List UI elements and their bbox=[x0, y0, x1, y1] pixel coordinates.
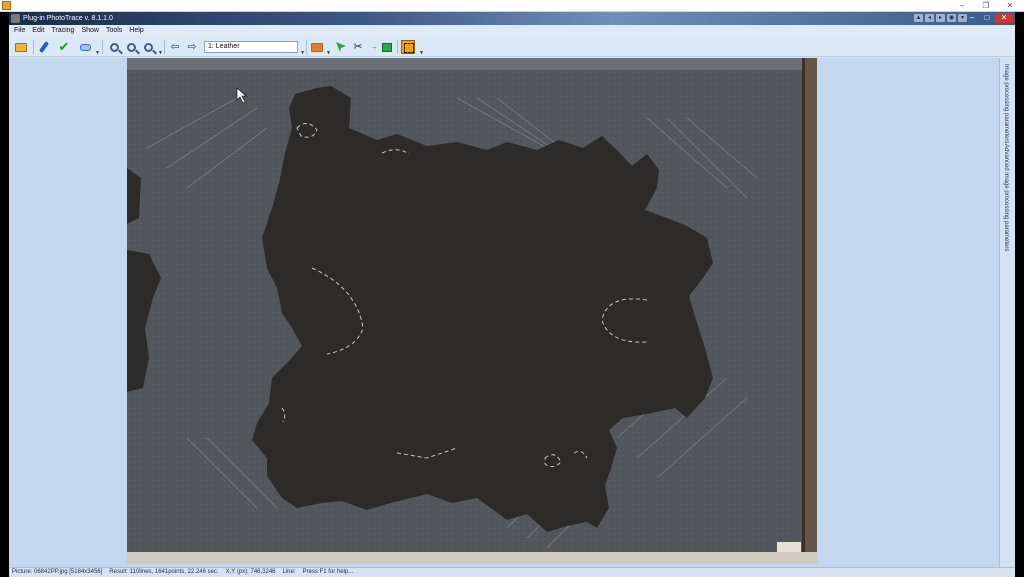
title-tools: ▲ ◂ ▸ ◉ ▾ bbox=[914, 14, 967, 22]
menu-tracing[interactable]: Tracing bbox=[51, 25, 74, 37]
menu-edit[interactable]: Edit bbox=[32, 25, 44, 37]
open-folder-icon bbox=[15, 42, 27, 52]
status-bar: Picture: 06842PP.jpg [5184x3456] Result:… bbox=[9, 567, 1015, 577]
toolbar-separator bbox=[164, 40, 165, 54]
layer-folder-button[interactable] bbox=[309, 39, 325, 55]
check-icon: ✔ bbox=[58, 39, 70, 54]
arrow-right-icon: ⇨ bbox=[187, 41, 197, 53]
zoom-dropdown-icon[interactable]: ▼ bbox=[158, 50, 163, 56]
outer-close-icon[interactable]: ✕ bbox=[1000, 0, 1020, 11]
tab-advanced-image-processing[interactable]: Advanced image processing parameters bbox=[1003, 144, 1009, 251]
image-canvas[interactable] bbox=[127, 58, 817, 564]
app-icon bbox=[11, 14, 20, 23]
zoom-out-button[interactable] bbox=[123, 39, 139, 55]
menu-tools[interactable]: Tools bbox=[106, 25, 122, 37]
zoom-fit-icon bbox=[143, 42, 153, 52]
menu-help[interactable]: Help bbox=[129, 25, 143, 37]
toolbar: ✔ ▼ ▼ ⇦ ⇨ 1: Leather ▼ ▼ ✂ → ▼ bbox=[9, 37, 1015, 57]
node-select-button[interactable] bbox=[333, 39, 349, 55]
menu-show[interactable]: Show bbox=[81, 25, 99, 37]
layer-select[interactable]: 1: Leather bbox=[204, 41, 298, 53]
title-tool-3-icon[interactable]: ▸ bbox=[936, 14, 945, 22]
eraser-icon bbox=[79, 43, 91, 51]
app-window: Plug-in PhotoTrace v. 8.1.1.0 ▲ ◂ ▸ ◉ ▾ … bbox=[9, 12, 1015, 577]
outer-restore-icon[interactable]: ❐ bbox=[976, 0, 996, 11]
back-button[interactable]: ⇦ bbox=[167, 39, 183, 55]
outer-title-strip: – ❐ ✕ bbox=[0, 0, 1024, 12]
selection-button[interactable] bbox=[400, 39, 416, 55]
title-tool-1-icon[interactable]: ▲ bbox=[914, 14, 923, 22]
flag-icon bbox=[382, 42, 392, 52]
status-line: Line: bbox=[282, 569, 296, 575]
zoom-in-icon bbox=[109, 42, 119, 52]
status-coords: X,Y (px): 746,3246 bbox=[225, 569, 276, 575]
pen-icon bbox=[38, 40, 50, 54]
status-result: Result: 110lines, 1641points, 22.246 sec… bbox=[109, 569, 219, 575]
selection-dropdown-icon[interactable]: ▼ bbox=[419, 50, 424, 56]
forward-button[interactable]: ⇨ bbox=[184, 39, 200, 55]
close-button[interactable]: ✕ bbox=[995, 13, 1013, 23]
open-button[interactable] bbox=[13, 39, 29, 55]
title-tool-2-icon[interactable]: ◂ bbox=[925, 14, 934, 22]
cut-button[interactable]: ✂ bbox=[350, 39, 366, 55]
scissors-icon: ✂ bbox=[353, 41, 363, 53]
workspace: Image processing parameters Advanced ima… bbox=[9, 58, 1015, 567]
tab-image-processing[interactable]: Image processing parameters bbox=[1003, 64, 1009, 143]
layer-folder-dropdown-icon[interactable]: ▼ bbox=[326, 50, 331, 56]
minimize-button[interactable]: – bbox=[965, 13, 979, 23]
eraser-button[interactable] bbox=[77, 39, 93, 55]
right-panel bbox=[817, 58, 997, 567]
left-panel bbox=[9, 58, 127, 567]
side-tabs: Image processing parameters Advanced ima… bbox=[999, 58, 1015, 567]
zoom-fit-button[interactable] bbox=[140, 39, 156, 55]
layer-dropdown-icon[interactable]: ▼ bbox=[300, 50, 305, 56]
status-picture: Picture: 06842PP.jpg [5184x3456] bbox=[12, 569, 103, 575]
title-bar: Plug-in PhotoTrace v. 8.1.1.0 ▲ ◂ ▸ ◉ ▾ … bbox=[9, 12, 1015, 25]
selection-rect-icon bbox=[401, 40, 415, 54]
arrow-right-small-icon: → bbox=[370, 42, 378, 51]
trace-button[interactable] bbox=[36, 39, 52, 55]
eraser-dropdown-icon[interactable]: ▼ bbox=[95, 50, 100, 56]
toolbar-separator bbox=[306, 40, 307, 54]
flag-button[interactable] bbox=[379, 39, 395, 55]
outer-app-icon bbox=[2, 1, 11, 10]
toolbar-separator bbox=[397, 40, 398, 54]
zoom-out-icon bbox=[126, 42, 136, 52]
zoom-in-button[interactable] bbox=[106, 39, 122, 55]
status-hint: Press F1 for help... bbox=[302, 569, 354, 575]
maximize-button[interactable]: □ bbox=[980, 13, 994, 23]
toolbar-separator bbox=[33, 40, 34, 54]
title-tool-4-icon[interactable]: ◉ bbox=[947, 14, 956, 22]
node-select-icon bbox=[336, 42, 346, 52]
outer-minimize-icon[interactable]: – bbox=[952, 0, 972, 11]
apply-button[interactable]: ✔ bbox=[56, 39, 72, 55]
toolbar-separator bbox=[102, 40, 103, 54]
window-title: Plug-in PhotoTrace v. 8.1.1.0 bbox=[23, 15, 113, 22]
menu-file[interactable]: File bbox=[14, 25, 25, 37]
layer-folder-icon bbox=[311, 42, 323, 52]
menu-bar: File Edit Tracing Show Tools Help bbox=[9, 25, 1015, 37]
leather-photo bbox=[127, 58, 817, 564]
arrow-left-icon: ⇦ bbox=[170, 41, 180, 53]
